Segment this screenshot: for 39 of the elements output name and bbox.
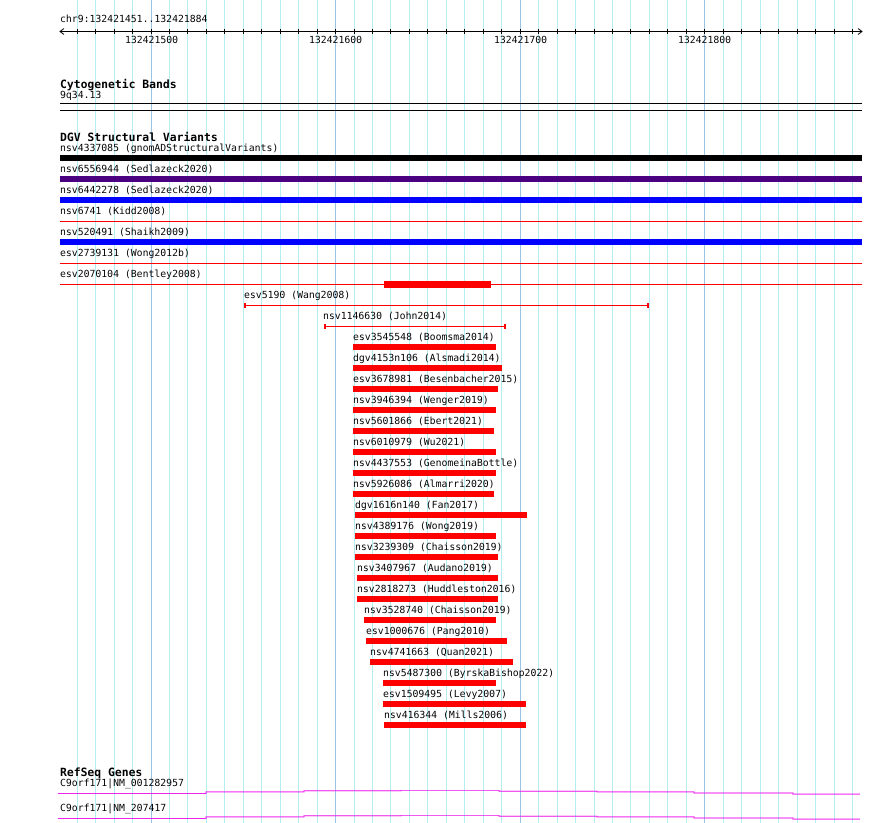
feature-label: nsv1146630 (John2014) — [323, 311, 447, 323]
feature-label: nsv6010979 (Wu2021) — [353, 437, 466, 449]
feature-label: nsv3239309 (Chaisson2019) — [355, 542, 502, 554]
feature-label: nsv6741 (Kidd2008) — [60, 206, 166, 218]
feature-label: C9orf171|NM_207417 — [60, 803, 166, 815]
feature-label: esv2070104 (Bentley2008) — [60, 269, 202, 281]
feature-label: 9q34.13 — [60, 90, 102, 102]
feature-label: nsv5601866 (Ebert2021) — [353, 416, 483, 428]
ruler-tick-label: 132421700 — [494, 35, 548, 47]
feature-label: dgv1616n140 (Fan2017) — [355, 500, 479, 512]
feature-label: nsv4437553 (GenomeinaBottle) — [353, 458, 518, 470]
track-title: DGV Structural Variants — [60, 131, 218, 143]
feature-label: nsv4337085 (gnomADStructuralVariants) — [60, 143, 278, 155]
feature-label: esv1000676 (Pang2010) — [366, 626, 490, 638]
feature-label: nsv6442278 (Sedlazeck2020) — [60, 185, 214, 197]
track-title: Cytogenetic Bands — [60, 78, 177, 90]
feature-label: nsv5926086 (Almarri2020) — [353, 479, 495, 491]
ruler-tick-label: 132421500 — [124, 35, 178, 47]
feature-label: nsv3528740 (Chaisson2019) — [364, 605, 512, 617]
feature-label: nsv520491 (Shaikh2009) — [60, 227, 190, 239]
feature-label: nsv2818273 (Huddleston2016) — [357, 584, 516, 596]
feature-label: dgv4153n106 (Alsmadi2014) — [353, 353, 500, 365]
feature-label: nsv3407967 (Audano2019) — [357, 563, 493, 575]
feature-label: esv5190 (Wang2008) — [244, 290, 350, 302]
feature-label: C9orf171|NM_001282957 — [60, 778, 184, 790]
ruler-tick-label: 132421800 — [678, 35, 732, 47]
feature-label: esv3678981 (Besenbacher2015) — [353, 374, 518, 386]
feature-label: nsv4741663 (Quan2021) — [370, 647, 494, 659]
feature-label: nsv4389176 (Wong2019) — [355, 521, 479, 533]
position-label: chr9:132421451..132421884 — [60, 14, 208, 26]
feature-label: nsv6556944 (Sedlazeck2020) — [60, 164, 214, 176]
feature-label: esv3545548 (Boomsma2014) — [353, 332, 495, 344]
ruler-tick-label: 132421600 — [308, 35, 362, 47]
feature-label: nsv3946394 (Wenger2019) — [353, 395, 489, 407]
track-title: RefSeq Genes — [60, 766, 142, 778]
feature-label: esv2739131 (Wong2012b) — [60, 248, 190, 260]
feature-label: nsv416344 (Mills2006) — [384, 710, 508, 722]
feature-label: esv1509495 (Levy2007) — [383, 689, 507, 701]
feature-label: nsv5487300 (ByrskaBishop2022) — [383, 668, 554, 680]
